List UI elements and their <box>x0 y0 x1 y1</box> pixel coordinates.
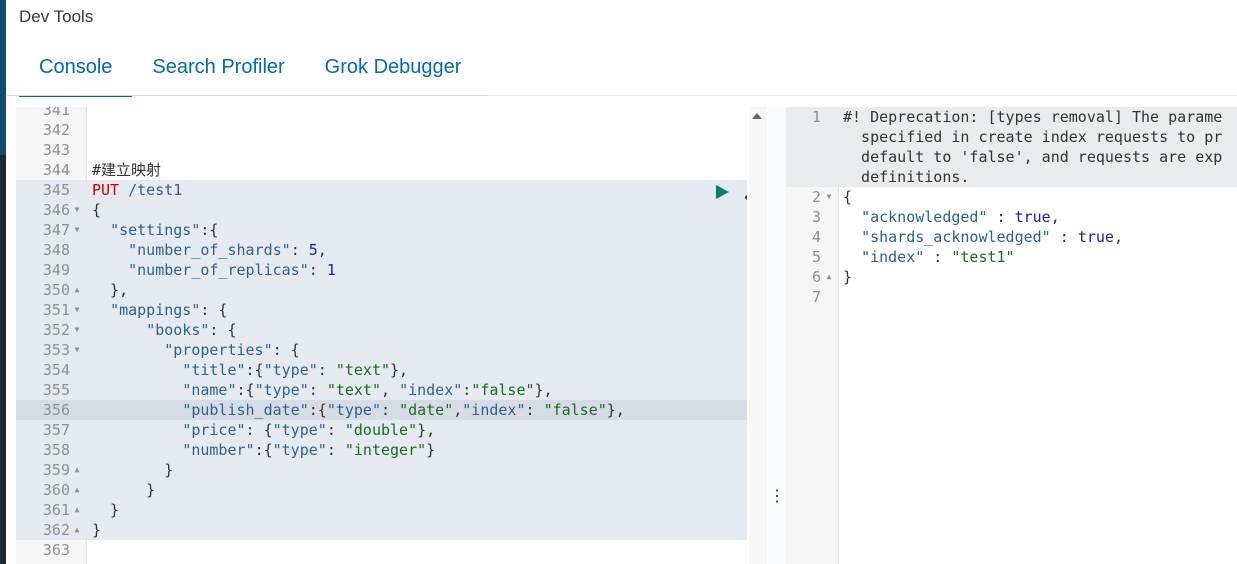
page-title: Dev Tools <box>19 7 94 26</box>
tab-console[interactable]: Console <box>19 50 133 97</box>
output-line: 2 ▼{ <box>811 188 853 206</box>
output-line: 7 <box>811 288 821 306</box>
code-line: 342 <box>42 121 70 139</box>
code-line: 362 ▲} <box>16 520 747 540</box>
tab-bar: Console Search Profiler Grok Debugger <box>19 50 482 97</box>
request-editor[interactable]: 341 342 343 344 #建立映射 345 PUT /test1 346 ▼{… <box>16 107 747 564</box>
output-line: 4 "shards_acknowledged" : true, <box>811 228 1123 246</box>
tab-grok-debugger[interactable]: Grok Debugger <box>305 50 482 95</box>
code-line: 359 ▲ } <box>16 460 747 480</box>
code-line: 351 ▼ "mappings": { <box>16 300 747 320</box>
code-line: 347 ▼ "settings":{ <box>16 220 747 240</box>
wrench-icon[interactable] <box>742 182 747 202</box>
tabs-divider <box>7 95 489 96</box>
code-line: 341 <box>42 107 70 119</box>
request-actions <box>712 182 747 202</box>
warning-line: specified in create index requests to pr <box>843 128 1223 146</box>
code-line: 354 "title":{"type": "text"}, <box>16 360 747 380</box>
pane-resizer[interactable]: ⋮ <box>768 107 786 564</box>
code-line: 350 ▲ }, <box>16 280 747 300</box>
warning-line: default to 'false', and requests are exp <box>843 148 1223 166</box>
header-divider <box>489 95 1237 96</box>
code-line: 348 "number_of_shards": 5, <box>16 240 747 260</box>
output-line: 5 "index" : "test1" <box>811 248 1015 266</box>
code-line-request: 345 PUT /test1 <box>16 180 747 200</box>
editor-scrollbar[interactable] <box>749 107 767 564</box>
warning-line: #! Deprecation: [types removal] The para… <box>843 108 1223 126</box>
play-icon[interactable] <box>712 182 732 202</box>
sidebar-strip-dark <box>0 155 6 564</box>
warning-line: definitions. <box>843 168 970 186</box>
code-line: 344 #建立映射 <box>42 161 162 179</box>
code-line: 346 ▼{ <box>16 200 747 220</box>
drag-handle-icon[interactable]: ⋮ <box>768 489 786 505</box>
output-line: 3 "acknowledged" : true, <box>811 208 1060 226</box>
code-line: 363 <box>42 541 70 559</box>
sidebar-strip <box>0 0 6 564</box>
code-line: 343 <box>42 141 70 159</box>
code-line: 361 ▲ } <box>16 500 747 520</box>
deprecation-warning: 1 #! Deprecation: [types removal] The pa… <box>786 107 1237 187</box>
output-line: 6 ▲} <box>811 268 853 286</box>
code-line: 352 ▼ "books": { <box>16 320 747 340</box>
code-line-current: 356 "publish_date":{"type": "date","inde… <box>16 400 747 420</box>
code-line: 353 ▼ "properties": { <box>16 340 747 360</box>
code-line: 358 "number":{"type": "integer"} <box>16 440 747 460</box>
code-line: 360 ▲ } <box>16 480 747 500</box>
code-line: 357 "price": {"type": "double"}, <box>16 420 747 440</box>
tab-search-profiler[interactable]: Search Profiler <box>132 50 304 95</box>
response-output: 1 #! Deprecation: [types removal] The pa… <box>786 107 1237 564</box>
code-line: 355 "name":{"type": "text", "index":"fal… <box>16 380 747 400</box>
scroll-up-icon[interactable] <box>752 113 762 119</box>
code-line: 349 "number_of_replicas": 1 <box>16 260 747 280</box>
